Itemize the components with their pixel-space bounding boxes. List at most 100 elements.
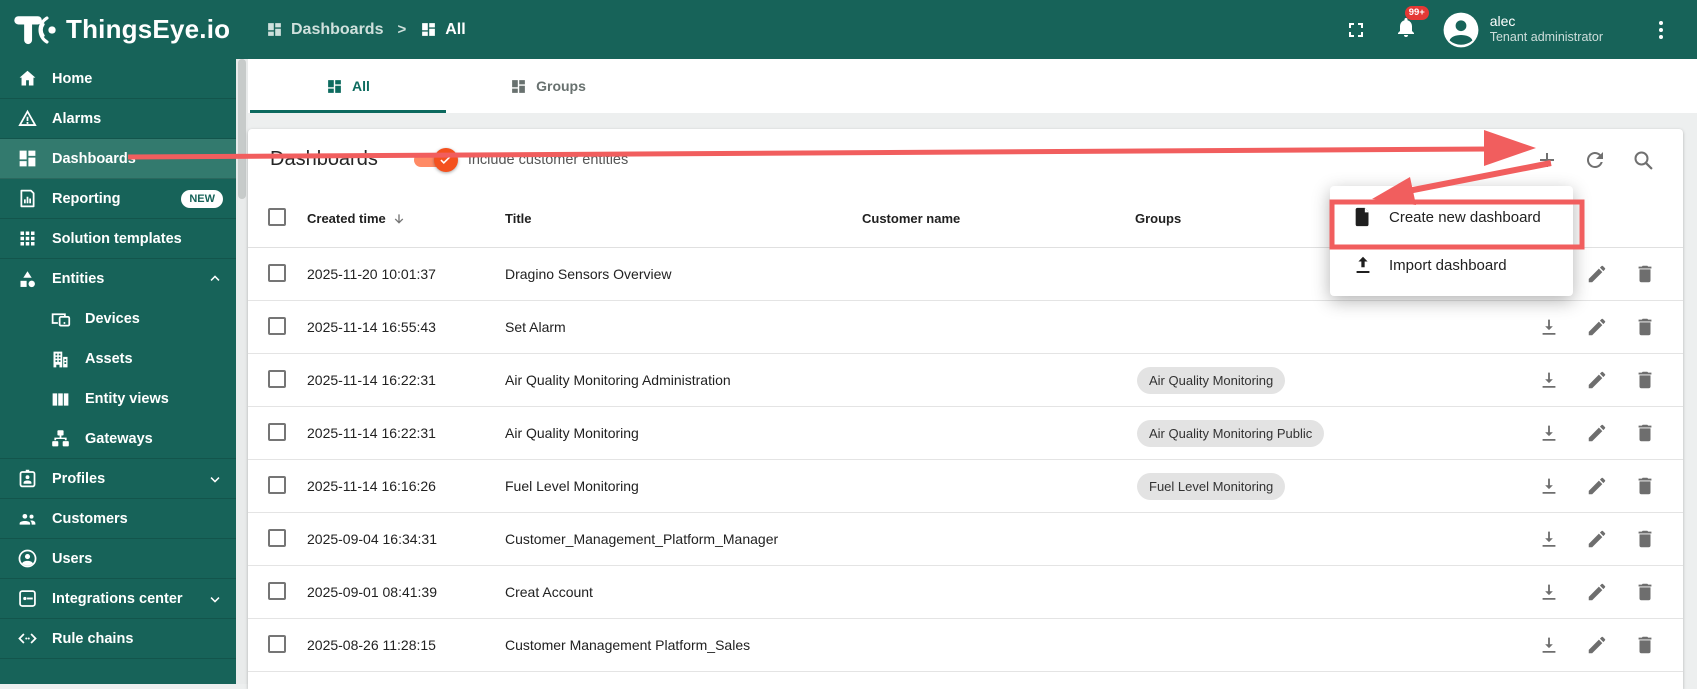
row-checkbox[interactable] — [268, 264, 286, 282]
scrollbar-track — [236, 59, 248, 684]
column-header-customer-name[interactable]: Customer name — [862, 211, 1135, 226]
column-header-created-time[interactable]: Created time — [288, 211, 505, 227]
chevron-up-icon — [206, 270, 224, 288]
dashboards-icon — [266, 21, 283, 38]
row-checkbox[interactable] — [268, 635, 286, 653]
plus-icon — [1535, 148, 1559, 172]
delete-dashboard-button[interactable] — [1634, 634, 1656, 656]
table-row[interactable]: 2025-11-14 16:16:26 Fuel Level Monitorin… — [248, 460, 1683, 513]
edit-dashboard-button[interactable] — [1586, 581, 1608, 603]
column-header-title[interactable]: Title — [505, 211, 862, 226]
tab-groups[interactable]: Groups — [448, 59, 648, 113]
table-row[interactable]: 2025-09-04 16:34:31 Customer_Management_… — [248, 513, 1683, 566]
sidebar-item-users[interactable]: Users — [0, 539, 236, 579]
export-dashboard-button[interactable] — [1538, 369, 1560, 391]
row-actions — [1523, 634, 1683, 656]
group-chip[interactable]: Air Quality Monitoring Public — [1137, 420, 1324, 447]
cell-groups: Fuel Level Monitoring — [1135, 473, 1523, 500]
sidebar-item-profiles[interactable]: Profiles — [0, 459, 236, 499]
check-icon — [438, 152, 453, 167]
sidebar-item-reporting[interactable]: Reporting NEW — [0, 179, 236, 219]
avatar[interactable] — [1442, 11, 1480, 49]
brand: ThingsEye.io — [0, 11, 248, 49]
edit-dashboard-button[interactable] — [1586, 528, 1608, 550]
sidebar-item-gateways[interactable]: Gateways — [0, 419, 236, 459]
sidebar-item-home[interactable]: Home — [0, 59, 236, 99]
cell-created-time: 2025-09-04 16:34:31 — [288, 531, 505, 547]
cell-created-time: 2025-11-14 16:55:43 — [288, 319, 505, 335]
sidebar-item-entities[interactable]: Entities — [0, 259, 236, 299]
sidebar-item-customers[interactable]: Customers — [0, 499, 236, 539]
edit-dashboard-button[interactable] — [1586, 316, 1608, 338]
menu-item-import-dashboard[interactable]: Import dashboard — [1330, 241, 1573, 289]
delete-dashboard-button[interactable] — [1634, 263, 1656, 285]
row-actions — [1523, 422, 1683, 444]
sidebar-item-rule-chains[interactable]: Rule chains — [0, 619, 236, 659]
row-checkbox[interactable] — [268, 317, 286, 335]
sidebar-item-dashboards[interactable]: Dashboards — [0, 139, 236, 179]
refresh-button[interactable] — [1583, 148, 1607, 172]
sidebar-item-assets[interactable]: Assets — [0, 339, 236, 379]
sidebar-item-solution-templates[interactable]: Solution templates — [0, 219, 236, 259]
tab-label: All — [352, 78, 370, 94]
breadcrumb-label: Dashboards — [291, 21, 383, 39]
alarm-icon — [17, 108, 38, 129]
tab-bar: All Groups — [248, 59, 1697, 113]
edit-dashboard-button[interactable] — [1586, 634, 1608, 656]
edit-dashboard-button[interactable] — [1586, 263, 1608, 285]
table-row[interactable]: 2025-11-14 16:55:43 Set Alarm — [248, 301, 1683, 354]
search-icon — [1631, 148, 1655, 172]
fullscreen-button[interactable] — [1344, 18, 1368, 42]
sidebar: Home Alarms Dashboards Reporting NEW Sol… — [0, 59, 236, 684]
table-row[interactable]: 2025-09-01 08:41:39 Creat Account — [248, 566, 1683, 619]
dashboard-groups-icon — [510, 78, 527, 95]
table-row[interactable]: 2025-11-14 16:22:31 Air Quality Monitori… — [248, 354, 1683, 407]
menu-item-create-new-dashboard[interactable]: Create new dashboard — [1330, 193, 1573, 241]
group-chip[interactable]: Air Quality Monitoring — [1137, 367, 1285, 394]
select-all-checkbox[interactable] — [268, 208, 286, 226]
sidebar-item-integrations-center[interactable]: Integrations center — [0, 579, 236, 619]
add-dashboard-menu: Create new dashboard Import dashboard — [1330, 186, 1573, 296]
export-dashboard-button[interactable] — [1538, 316, 1560, 338]
edit-dashboard-button[interactable] — [1586, 369, 1608, 391]
row-actions — [1523, 528, 1683, 550]
sidebar-item-alarms[interactable]: Alarms — [0, 99, 236, 139]
breadcrumb-dashboards[interactable]: Dashboards — [266, 21, 383, 39]
export-dashboard-button[interactable] — [1538, 528, 1560, 550]
delete-dashboard-button[interactable] — [1634, 369, 1656, 391]
row-checkbox[interactable] — [268, 476, 286, 494]
delete-dashboard-button[interactable] — [1634, 316, 1656, 338]
row-checkbox[interactable] — [268, 529, 286, 547]
dashboards-icon — [326, 78, 343, 95]
search-button[interactable] — [1631, 148, 1655, 172]
row-checkbox[interactable] — [268, 582, 286, 600]
sidebar-item-devices[interactable]: Devices — [0, 299, 236, 339]
include-customer-entities-toggle[interactable] — [414, 148, 458, 172]
export-dashboard-button[interactable] — [1538, 422, 1560, 444]
scrollbar-thumb[interactable] — [238, 59, 246, 199]
table-row[interactable]: 2025-11-14 16:22:31 Air Quality Monitori… — [248, 407, 1683, 460]
more-menu-button[interactable] — [1649, 18, 1673, 42]
delete-dashboard-button[interactable] — [1634, 475, 1656, 497]
row-checkbox[interactable] — [268, 423, 286, 441]
export-dashboard-button[interactable] — [1538, 475, 1560, 497]
add-dashboard-button[interactable] — [1535, 148, 1559, 172]
table-row[interactable]: 2025-08-26 11:28:15 Customer Management … — [248, 619, 1683, 672]
pencil-icon — [1586, 475, 1608, 497]
user-role: Tenant administrator — [1490, 30, 1603, 46]
sidebar-item-entity-views[interactable]: Entity views — [0, 379, 236, 419]
breadcrumb-all[interactable]: All — [420, 21, 465, 39]
delete-dashboard-button[interactable] — [1634, 528, 1656, 550]
group-chip[interactable]: Fuel Level Monitoring — [1137, 473, 1285, 500]
export-dashboard-button[interactable] — [1538, 634, 1560, 656]
tab-all[interactable]: All — [248, 59, 448, 113]
edit-dashboard-button[interactable] — [1586, 475, 1608, 497]
delete-dashboard-button[interactable] — [1634, 422, 1656, 444]
cell-title: Air Quality Monitoring Administration — [505, 372, 862, 388]
row-checkbox[interactable] — [268, 370, 286, 388]
edit-dashboard-button[interactable] — [1586, 422, 1608, 444]
trash-icon — [1634, 634, 1656, 656]
delete-dashboard-button[interactable] — [1634, 581, 1656, 603]
export-dashboard-button[interactable] — [1538, 581, 1560, 603]
card-header: Dashboards Include customer entities — [248, 129, 1683, 190]
